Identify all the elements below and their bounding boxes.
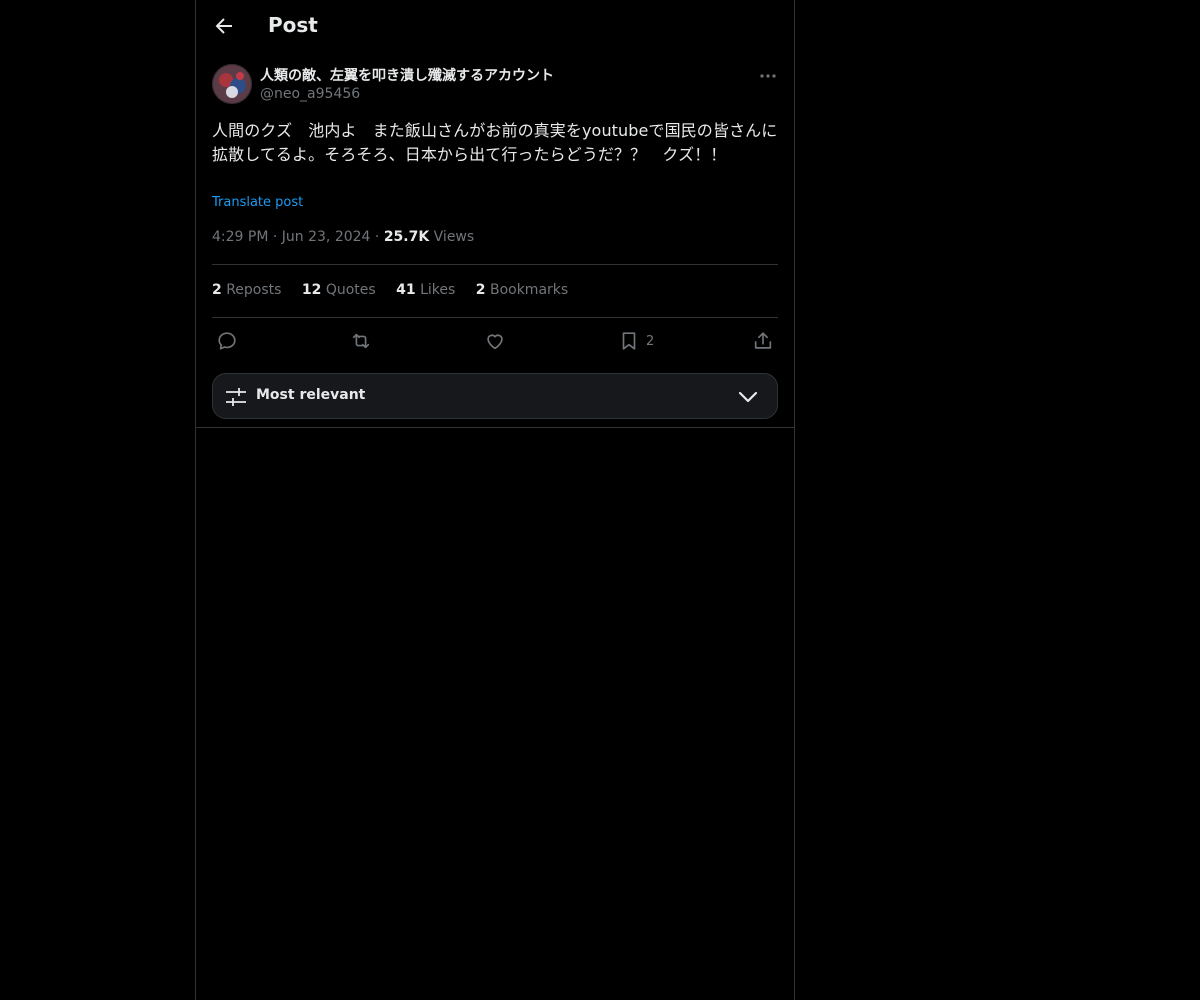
views-count: 25.7K: [383, 229, 430, 245]
likes-count: 41: [396, 282, 416, 298]
reposts-label: Reposts: [226, 282, 282, 298]
meta-separator: ·: [374, 229, 384, 245]
repost-button[interactable]: [350, 328, 372, 354]
reposts-stat[interactable]: 2 Reposts: [212, 282, 281, 298]
page-title: Post: [268, 13, 318, 37]
post-stats: 2 Reposts 12 Quotes 41 Likes 2 Bookmarks: [212, 282, 584, 298]
reposts-count: 2: [212, 282, 222, 298]
heart-icon: [487, 334, 503, 350]
divider: [196, 427, 794, 428]
likes-label: Likes: [420, 282, 456, 298]
more-icon: [760, 74, 776, 78]
author-handle[interactable]: @neo_a95456: [260, 86, 360, 102]
divider: [212, 264, 778, 265]
bookmarks-count: 2: [475, 282, 486, 298]
back-button[interactable]: [212, 14, 236, 38]
quotes-label: Quotes: [325, 282, 376, 298]
post-text: 人間のクズ 池内よ また飯山さんがお前の真実をyoutubeで国民の皆さんに拡散…: [212, 121, 778, 164]
sort-replies-dropdown[interactable]: Most relevant: [212, 373, 778, 419]
post-column: Post 人類の敵、左翼を叩き潰し殲滅するアカウント @neo_a95456 人…: [195, 0, 795, 1000]
reply-button[interactable]: [216, 328, 238, 354]
avatar-image: [212, 64, 252, 104]
translate-post-link[interactable]: Translate post: [212, 195, 303, 210]
post-meta: 4:29 PM · Jun 23, 2024 · 25.7K Views: [212, 229, 474, 245]
quotes-stat[interactable]: 12 Quotes: [302, 282, 376, 298]
post-author: 人類の敵、左翼を叩き潰し殲滅するアカウント @neo_a95456: [212, 64, 778, 108]
sort-label: Most relevant: [256, 387, 366, 403]
like-button[interactable]: [484, 328, 506, 354]
more-button[interactable]: [758, 66, 778, 86]
reply-icon: [218, 332, 236, 350]
bookmarks-label: Bookmarks: [489, 282, 569, 298]
meta-separator: ·: [272, 229, 282, 245]
likes-stat[interactable]: 41 Likes: [396, 282, 455, 298]
divider: [212, 317, 778, 318]
post-time[interactable]: 4:29 PM: [212, 229, 268, 245]
post-date[interactable]: Jun 23, 2024: [282, 229, 371, 245]
views-label: Views: [433, 229, 475, 245]
bookmark-button[interactable]: 2: [618, 328, 654, 354]
repost-icon: [352, 333, 370, 349]
avatar[interactable]: [212, 64, 252, 104]
bookmark-count: 2: [646, 333, 655, 349]
bookmark-icon: [622, 332, 636, 350]
bookmarks-stat[interactable]: 2 Bookmarks: [476, 282, 568, 298]
share-button[interactable]: [752, 328, 774, 354]
quotes-count: 12: [301, 282, 322, 298]
header: Post: [196, 0, 794, 54]
sliders-icon: [226, 388, 246, 406]
author-name[interactable]: 人類の敵、左翼を叩き潰し殲滅するアカウント: [260, 65, 554, 85]
share-icon: [754, 332, 772, 349]
post-actions: 2: [212, 328, 778, 354]
chevron-down-icon: [738, 391, 758, 403]
arrow-left-icon: [215, 18, 232, 34]
